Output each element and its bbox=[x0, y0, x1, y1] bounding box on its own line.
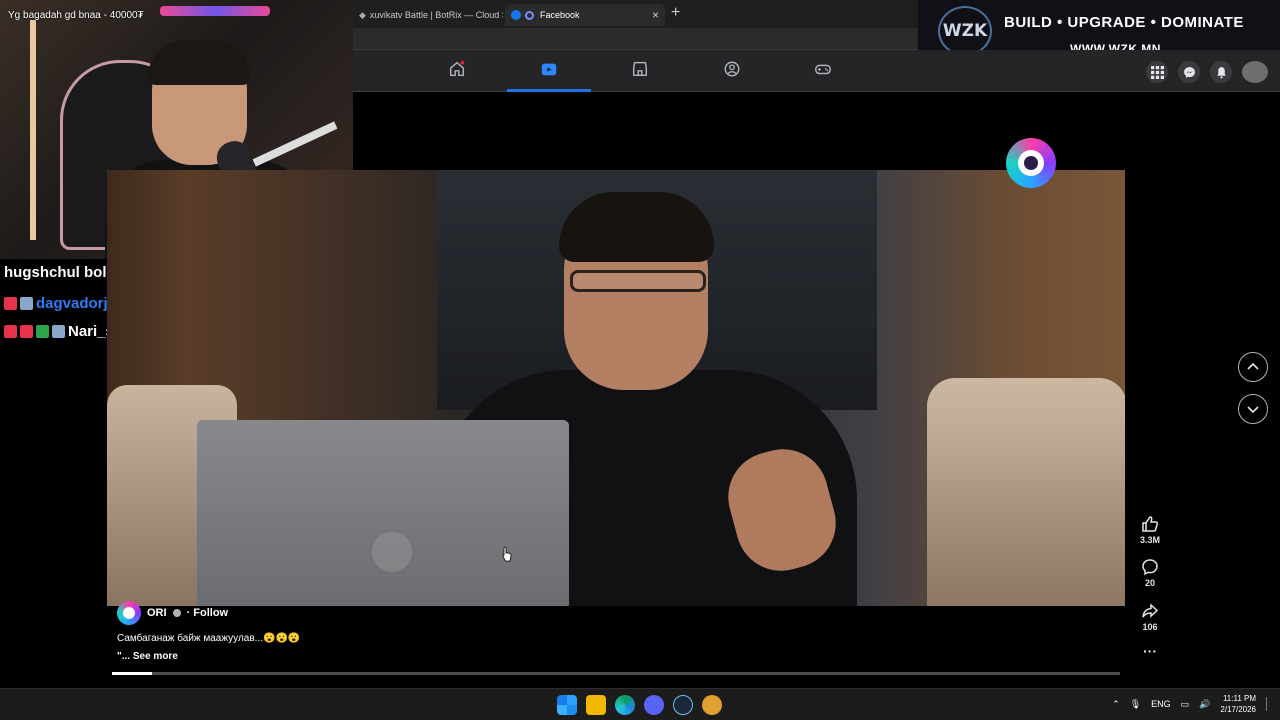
streamer-hair bbox=[148, 40, 250, 85]
browser-tab-strip: ◆ xuvikatv Battle | BotRix — Cloud S × F… bbox=[353, 0, 918, 28]
nav-video[interactable] bbox=[507, 60, 591, 92]
comment-button[interactable]: 20 bbox=[1133, 558, 1167, 588]
sword-badge-icon bbox=[4, 324, 17, 338]
next-reel-button[interactable] bbox=[1238, 394, 1268, 424]
mic-arm bbox=[252, 121, 338, 167]
video-progress-bar[interactable] bbox=[112, 672, 1120, 675]
discord-icon[interactable] bbox=[644, 695, 664, 715]
comment-icon bbox=[1142, 559, 1158, 576]
marketplace-icon bbox=[632, 61, 648, 77]
chevron-up-icon[interactable]: ⌃ bbox=[1112, 699, 1120, 710]
steam-icon[interactable] bbox=[673, 695, 693, 715]
messenger-button[interactable] bbox=[1178, 61, 1200, 83]
sub-badge-icon bbox=[36, 324, 49, 338]
microphone-icon[interactable]: 🎙 bbox=[1130, 699, 1141, 710]
ad-tagline: BUILD • UPGRADE • DOMINATE bbox=[1004, 14, 1244, 31]
star-badge-icon bbox=[52, 324, 65, 338]
share-count: 106 bbox=[1142, 622, 1158, 632]
comment-count: 20 bbox=[1144, 578, 1155, 588]
more-options-button[interactable]: ··· bbox=[1133, 644, 1167, 658]
address-bar[interactable] bbox=[353, 28, 918, 50]
chevron-down-icon bbox=[1247, 406, 1259, 414]
led-bar bbox=[160, 6, 270, 16]
file-explorer-icon[interactable] bbox=[586, 695, 606, 715]
share-icon bbox=[1142, 603, 1159, 618]
windows-start-icon[interactable] bbox=[557, 695, 577, 715]
chat-message: hugshchul bol bbox=[4, 264, 107, 281]
see-more-link[interactable]: "... See more bbox=[117, 651, 178, 662]
nav-gaming[interactable] bbox=[781, 60, 865, 92]
previous-reel-button[interactable] bbox=[1238, 352, 1268, 382]
audio-icon bbox=[525, 10, 534, 20]
donation-text: Yg bagadah gd bnaa - 40000₮ bbox=[8, 10, 144, 21]
network-icon[interactable]: ▭ bbox=[1181, 699, 1190, 710]
browser-tab[interactable]: ◆ xuvikatv Battle | BotRix — Cloud S × bbox=[353, 4, 503, 26]
volume-icon[interactable]: 🔊 bbox=[1199, 699, 1210, 710]
groups-icon bbox=[724, 61, 740, 77]
star-badge-icon bbox=[20, 296, 33, 310]
chat-username: hugshchul bol bbox=[4, 264, 107, 281]
bell-icon bbox=[1216, 66, 1226, 78]
like-button[interactable]: 3.3M bbox=[1133, 515, 1167, 545]
laptop-logo bbox=[372, 532, 412, 572]
chevron-up-icon bbox=[1247, 362, 1259, 370]
browser-tab-active[interactable]: Facebook × bbox=[505, 4, 665, 26]
video-progress-fill bbox=[112, 672, 153, 675]
tab-favicon-icon: ◆ bbox=[359, 9, 366, 20]
follow-button[interactable]: · Follow bbox=[187, 607, 229, 619]
show-desktop-button[interactable] bbox=[1266, 697, 1272, 711]
system-tray: ⌃ 🎙 ENG ▭ 🔊 11:11 PM 2/17/2026 bbox=[1112, 693, 1272, 715]
new-tab-button[interactable]: + bbox=[671, 4, 680, 22]
nav-home[interactable] bbox=[415, 60, 499, 92]
more-icon: ··· bbox=[1143, 643, 1157, 659]
post-author: ORI · Follow bbox=[117, 601, 228, 625]
nav-marketplace[interactable] bbox=[598, 60, 682, 92]
grid-menu-icon bbox=[1150, 65, 1164, 79]
video-chair-right bbox=[927, 378, 1125, 606]
video-man-hair bbox=[559, 192, 714, 262]
heart-badge-icon bbox=[20, 324, 33, 338]
facebook-icon bbox=[511, 10, 521, 20]
nav-groups[interactable] bbox=[690, 60, 774, 92]
reel-video-player[interactable] bbox=[107, 170, 1125, 606]
globe-icon bbox=[172, 609, 181, 617]
post-caption: Самбаганаж байж маажуулав...😮😮😮 bbox=[117, 633, 301, 644]
video-laptop bbox=[197, 420, 569, 606]
close-icon[interactable]: × bbox=[652, 8, 659, 22]
tab-title: xuvikatv Battle | BotRix — Cloud S bbox=[369, 10, 503, 20]
messenger-icon bbox=[1183, 66, 1195, 78]
language-indicator[interactable]: ENG bbox=[1151, 699, 1171, 709]
clock-date: 2/17/2026 bbox=[1220, 705, 1256, 714]
hand-cursor-icon bbox=[502, 546, 512, 562]
light-strip bbox=[30, 20, 36, 240]
ori-logo-watermark bbox=[1006, 138, 1056, 188]
like-icon bbox=[1142, 516, 1159, 532]
home-icon bbox=[449, 60, 465, 77]
clock-time: 11:11 PM bbox=[1222, 694, 1256, 703]
video-man-glasses bbox=[570, 270, 706, 292]
heart-badge-icon bbox=[4, 296, 17, 310]
author-name[interactable]: ORI bbox=[147, 607, 167, 619]
app-icon[interactable] bbox=[702, 695, 722, 715]
clock[interactable]: 11:11 PM 2/17/2026 bbox=[1220, 693, 1256, 715]
wzk-logo: WZK bbox=[938, 6, 992, 56]
share-button[interactable]: 106 bbox=[1133, 602, 1167, 632]
account-avatar[interactable] bbox=[1242, 61, 1268, 83]
gaming-icon bbox=[815, 64, 831, 75]
like-count: 3.3M bbox=[1139, 535, 1160, 545]
edge-icon[interactable] bbox=[615, 695, 635, 715]
video-icon bbox=[541, 63, 557, 76]
author-avatar[interactable] bbox=[117, 601, 141, 625]
tab-title: Facebook bbox=[540, 10, 580, 20]
menu-button[interactable] bbox=[1146, 61, 1168, 83]
notifications-button[interactable] bbox=[1210, 61, 1232, 83]
facebook-top-nav bbox=[353, 50, 1280, 92]
windows-taskbar: ⌃ 🎙 ENG ▭ 🔊 11:11 PM 2/17/2026 bbox=[0, 688, 1280, 720]
